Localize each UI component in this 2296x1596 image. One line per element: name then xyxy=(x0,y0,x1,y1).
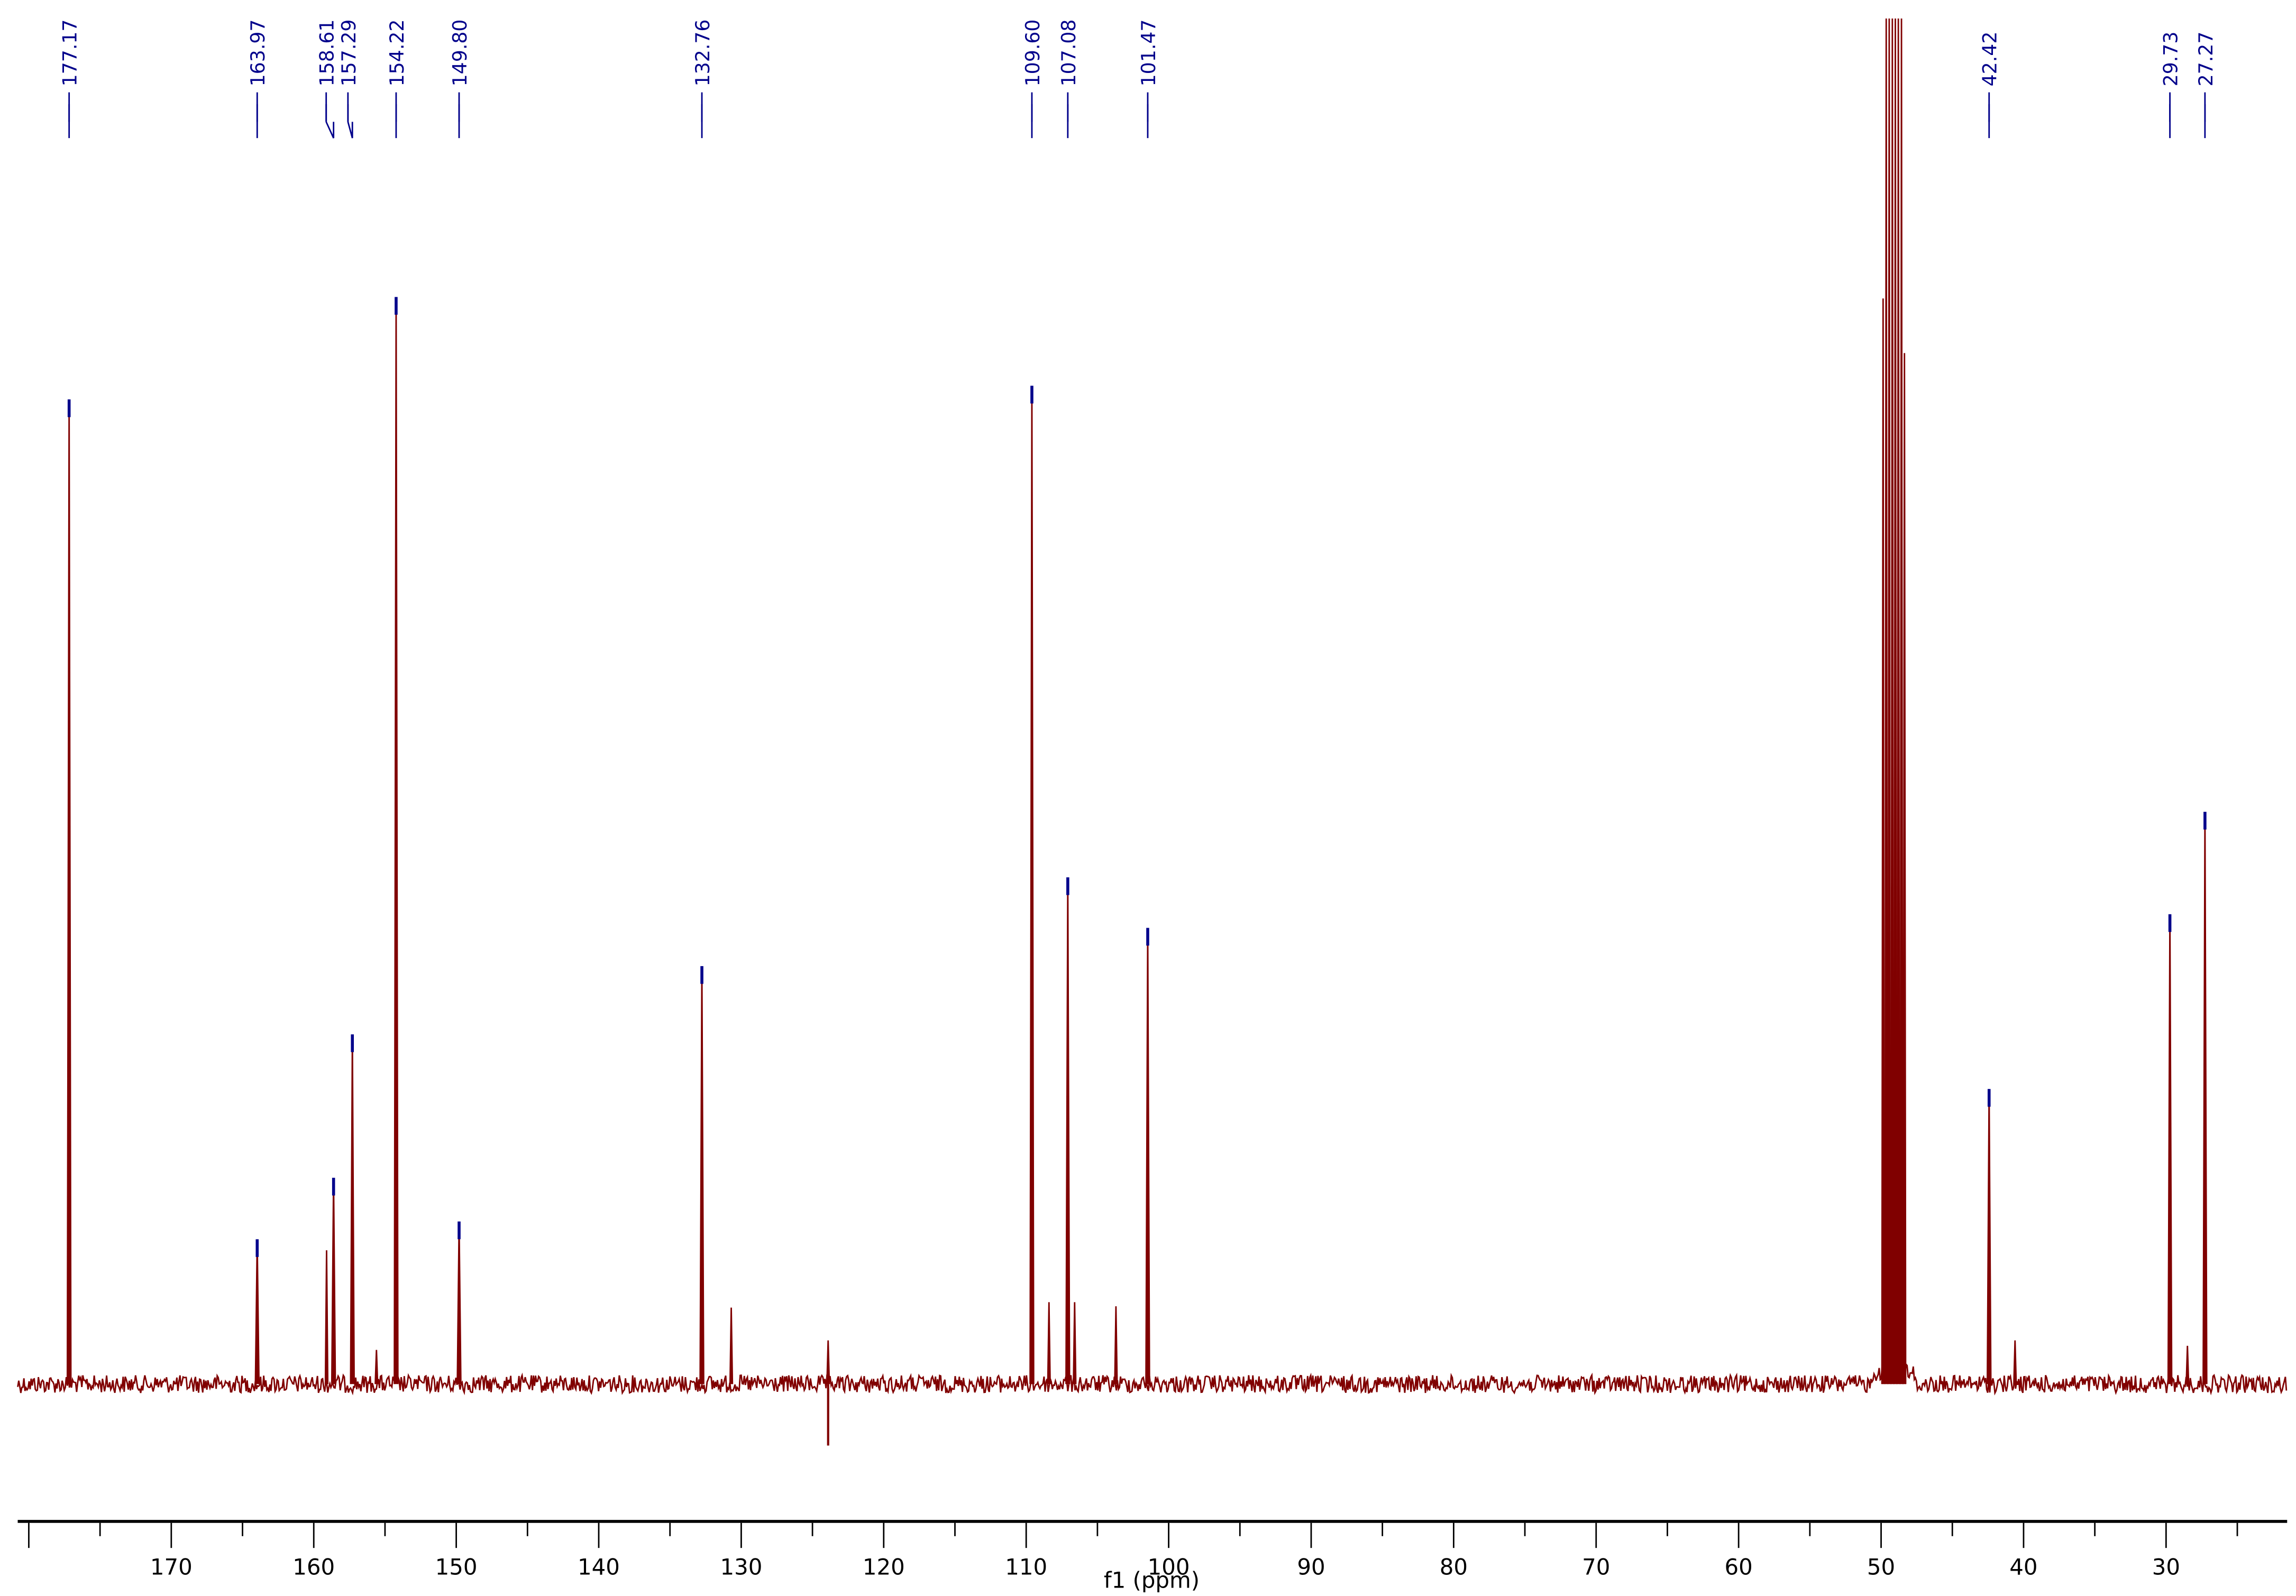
x-tick-label: 90 xyxy=(1297,1554,1325,1580)
peak xyxy=(699,967,705,1384)
peak-label: 149.80 xyxy=(449,19,471,86)
x-tick-label: 160 xyxy=(292,1554,335,1580)
solvent-peak xyxy=(1902,353,1907,1384)
peak xyxy=(66,401,72,1384)
peak-label: 42.42 xyxy=(1979,32,2001,87)
solvent-peak xyxy=(1881,298,1885,1384)
peak-label: 29.73 xyxy=(2160,32,2182,87)
x-tick-label: 80 xyxy=(1440,1554,1468,1580)
peak-label: 158.61 xyxy=(316,19,339,86)
minor-peak xyxy=(1047,1302,1051,1384)
peak-label: 157.29 xyxy=(337,19,360,86)
minor-peak xyxy=(1114,1306,1118,1384)
solvent-peak xyxy=(1896,19,1900,1384)
peak xyxy=(1029,387,1035,1384)
peak xyxy=(1065,878,1071,1384)
peak xyxy=(254,1241,260,1384)
solvent-peak xyxy=(1893,19,1898,1384)
peak-label: 177.17 xyxy=(59,19,81,86)
peak-label: 132.76 xyxy=(691,19,714,86)
solvent-peak xyxy=(1890,19,1895,1384)
nmr-spectrum-chart: 177.17 163.97 158.61157.29 154.22 149.80 132.… xyxy=(17,19,2288,1593)
spectrum-trace xyxy=(17,19,2288,1446)
solvent-peak xyxy=(1887,19,1891,1384)
solvent-peak xyxy=(1899,19,1904,1384)
x-tick-label: 150 xyxy=(435,1554,478,1580)
x-tick-label: 140 xyxy=(578,1554,620,1580)
x-tick-label: 120 xyxy=(863,1554,905,1580)
baseline-noise xyxy=(17,1362,2288,1396)
minor-peak xyxy=(1073,1302,1077,1384)
x-tick-label: 110 xyxy=(1005,1554,1047,1580)
minor-peak xyxy=(324,1250,329,1384)
minor-peak xyxy=(374,1350,379,1384)
minor-peak xyxy=(826,1340,830,1384)
x-axis-label: f1 (ppm) xyxy=(1104,1567,1200,1593)
peak xyxy=(394,298,399,1384)
peak xyxy=(350,1035,355,1384)
peak xyxy=(456,1223,462,1384)
x-tick-label: 70 xyxy=(1582,1554,1610,1580)
peak xyxy=(1145,929,1150,1384)
solvent-peak xyxy=(1884,19,1888,1384)
peak-label: 107.08 xyxy=(1057,19,1080,86)
x-tick-label: 170 xyxy=(150,1554,193,1580)
x-tick-label: 40 xyxy=(2009,1554,2037,1580)
minor-peak xyxy=(729,1307,734,1384)
peak-label: 154.22 xyxy=(386,19,408,86)
minor-peak xyxy=(2013,1340,2017,1384)
x-tick-label: 130 xyxy=(720,1554,762,1580)
peak-label: 163.97 xyxy=(246,19,269,86)
peak-label: 27.27 xyxy=(2194,32,2217,87)
x-tick-label: 60 xyxy=(1725,1554,1753,1580)
x-tick-label: 50 xyxy=(1867,1554,1895,1580)
label-leader-line xyxy=(347,92,353,139)
peak-label: 109.60 xyxy=(1021,19,1044,86)
peak xyxy=(331,1179,336,1384)
peak-labels: 177.17 163.97 158.61157.29 154.22 149.80 132.… xyxy=(59,19,2217,139)
minor-peak xyxy=(2185,1345,2190,1384)
peak-label: 101.47 xyxy=(1137,19,1160,86)
peak xyxy=(1987,1090,1992,1384)
label-leader-line xyxy=(325,92,335,139)
peak xyxy=(2202,813,2208,1384)
peak xyxy=(2167,915,2173,1384)
x-tick-label: 30 xyxy=(2152,1554,2180,1580)
